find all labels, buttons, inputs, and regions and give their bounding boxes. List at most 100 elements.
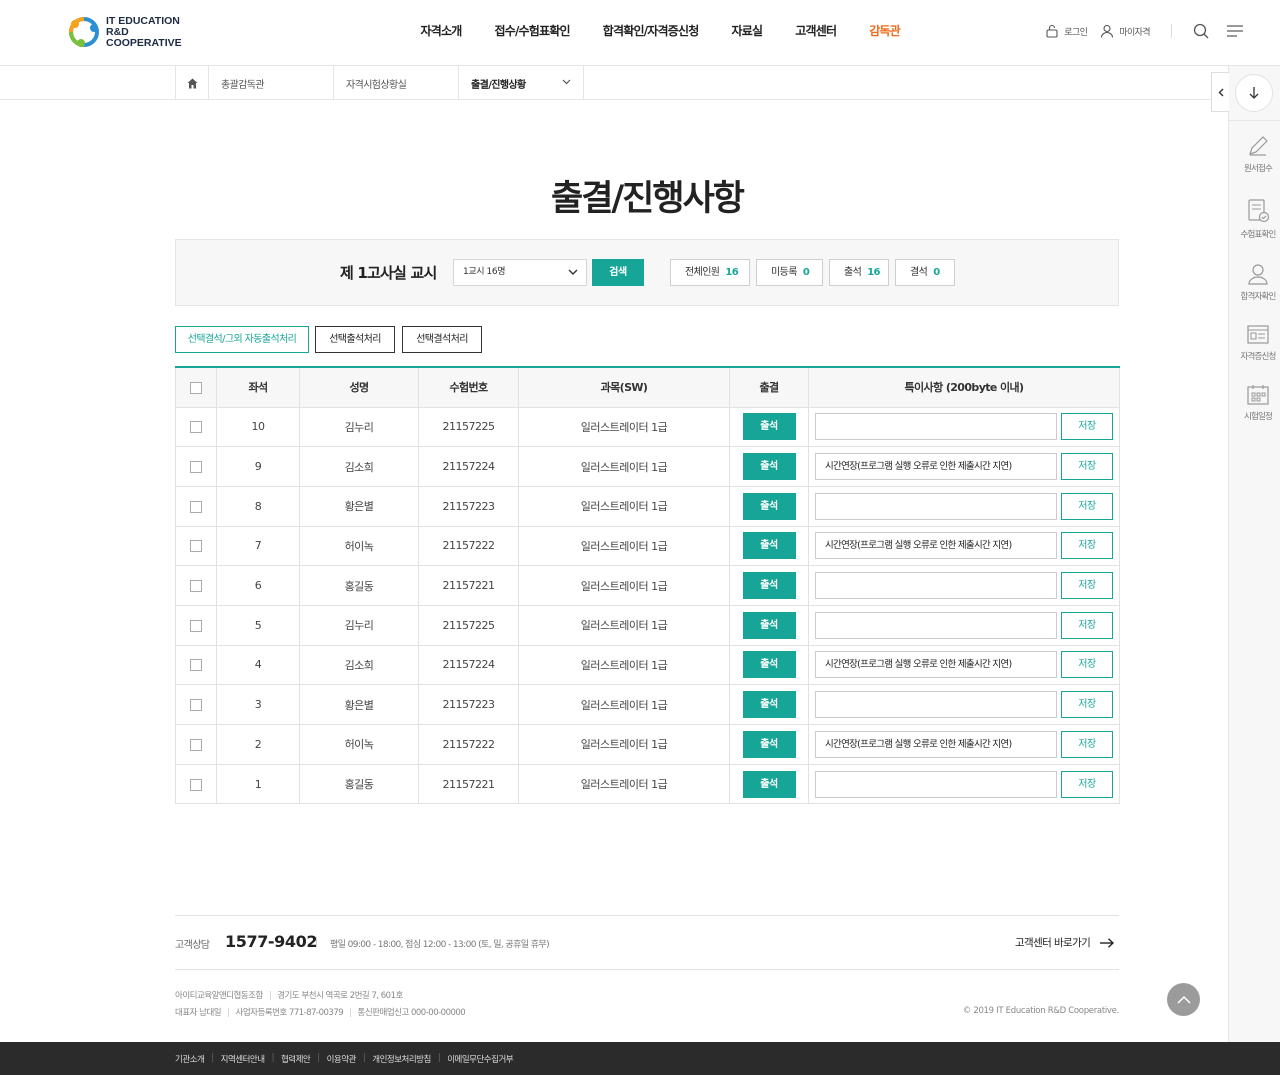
footer-links: 기관소개 | 지역센터안내 | 협력제안 | 이용약관 | 개인정보처리방침 | 이메일무단수집거부 xyxy=(175,1053,514,1065)
link-separator: | xyxy=(437,1053,441,1063)
support-center-link[interactable]: 고객센터 바로가기 xyxy=(1015,935,1115,950)
row-checkbox[interactable] xyxy=(190,619,202,632)
breadcrumb-item-current[interactable]: 출결/진행상황 xyxy=(459,66,584,100)
quick-item-label: 원서접수 xyxy=(1243,164,1273,174)
note-cell: 저장 xyxy=(808,684,1120,725)
row-checkbox[interactable] xyxy=(190,738,202,751)
breadcrumb-home[interactable] xyxy=(176,66,209,100)
attendance-button[interactable]: 출석 xyxy=(742,453,796,481)
save-button[interactable]: 저장 xyxy=(1061,651,1113,679)
stat-value: 16 xyxy=(725,267,739,278)
subject-cell: 일러스트레이터 1급 xyxy=(518,684,730,725)
arrow-down-icon xyxy=(1249,87,1259,99)
save-button[interactable]: 저장 xyxy=(1061,691,1113,719)
search-button[interactable]: 검색 xyxy=(592,259,644,286)
footer-link[interactable]: 기관소개 xyxy=(175,1053,205,1065)
auto-attendance-button[interactable]: 선택결석/그외 자동출석처리 xyxy=(175,326,309,353)
select-all-checkbox[interactable] xyxy=(190,381,202,394)
nav-item-support[interactable]: 고객센터 xyxy=(779,0,853,62)
support-link-label: 고객센터 바로가기 xyxy=(1015,937,1091,949)
nav-item-library[interactable]: 자료실 xyxy=(715,0,779,62)
mypage-link[interactable]: 마이자격 xyxy=(1100,24,1151,38)
row-checkbox[interactable] xyxy=(190,699,202,712)
mark-absent-button[interactable]: 선택결석처리 xyxy=(402,326,482,353)
save-button[interactable]: 저장 xyxy=(1061,611,1113,639)
breadcrumb: 총괄감독관 자격시험상황실 출결/진행상황 xyxy=(0,66,1228,100)
save-button[interactable]: 저장 xyxy=(1061,492,1113,520)
row-checkbox[interactable] xyxy=(190,659,202,672)
note-cell: 시간연장(프로그램 실행 오류로 인한 제출시간 지연) 저장 xyxy=(808,525,1120,567)
quick-item-certificate[interactable]: 자격증신청 xyxy=(1229,324,1280,362)
breadcrumb-item-2[interactable]: 자격시험상황실 xyxy=(334,66,459,100)
attendance-button[interactable]: 출석 xyxy=(742,492,796,520)
footer-link[interactable]: 이용약관 xyxy=(327,1053,357,1065)
link-separator: | xyxy=(211,1053,214,1063)
row-checkbox[interactable] xyxy=(190,461,202,474)
menu-button[interactable] xyxy=(1218,25,1252,37)
session-select[interactable]: 1교시 16명 xyxy=(453,259,587,286)
note-cell: 저장 xyxy=(808,604,1120,646)
quick-collapse-button[interactable] xyxy=(1211,72,1229,112)
attendance-cell: 출석 xyxy=(729,763,809,805)
quick-item-pass[interactable]: 합격자확인 xyxy=(1229,262,1280,302)
footer-mailorder: 통신판매업신고 000-00-00000 xyxy=(357,1008,466,1018)
row-checkbox[interactable] xyxy=(190,580,202,593)
attendance-cell: 출석 xyxy=(729,644,809,686)
row-checkbox[interactable] xyxy=(190,778,202,791)
note-cell: 저장 xyxy=(808,565,1120,606)
quick-item-ticket[interactable]: 수험표확인 xyxy=(1229,198,1280,240)
note-input[interactable] xyxy=(815,572,1057,600)
site-logo[interactable]: IT EDUCATION R&D COOPERATIVE xyxy=(67,15,207,49)
save-button[interactable]: 저장 xyxy=(1061,730,1113,758)
save-button[interactable]: 저장 xyxy=(1061,413,1113,441)
nav-item-result[interactable]: 합격확인/자격증신청 xyxy=(586,0,715,62)
scroll-down-button[interactable] xyxy=(1235,74,1273,112)
login-link[interactable]: 로그인 xyxy=(1045,24,1088,38)
attendance-button[interactable]: 출석 xyxy=(742,651,796,679)
mark-present-button[interactable]: 선택출석처리 xyxy=(315,326,395,353)
row-checkbox[interactable] xyxy=(190,421,202,434)
save-button[interactable]: 저장 xyxy=(1061,453,1113,481)
quick-item-schedule[interactable]: 시험일정 xyxy=(1229,384,1280,422)
note-input[interactable] xyxy=(815,691,1057,719)
save-button[interactable]: 저장 xyxy=(1061,532,1113,560)
note-input[interactable] xyxy=(815,770,1057,798)
nav-item-apply[interactable]: 접수/수험표확인 xyxy=(478,0,586,62)
attendance-button[interactable]: 출석 xyxy=(742,691,796,719)
note-input[interactable]: 시간연장(프로그램 실행 오류로 인한 제출시간 지연) xyxy=(815,453,1057,481)
footer-link[interactable]: 이메일무단수집거부 xyxy=(447,1053,513,1065)
attendance-button[interactable]: 출석 xyxy=(742,413,796,441)
search-button[interactable] xyxy=(1184,23,1218,39)
name-cell: 허이녹 xyxy=(299,724,419,765)
attendance-button[interactable]: 출석 xyxy=(742,532,796,560)
footer-link[interactable]: 개인정보처리방침 xyxy=(372,1053,431,1065)
breadcrumb-item-1[interactable]: 총괄감독관 xyxy=(209,66,334,100)
quick-item-apply[interactable]: 원서접수 xyxy=(1229,134,1280,174)
quick-item-label: 자격증신청 xyxy=(1240,352,1276,362)
note-input[interactable]: 시간연장(프로그램 실행 오류로 인한 제출시간 지연) xyxy=(815,730,1057,758)
attendance-button[interactable]: 출석 xyxy=(742,572,796,600)
save-button[interactable]: 저장 xyxy=(1061,770,1113,798)
row-select-cell xyxy=(175,446,217,487)
save-button[interactable]: 저장 xyxy=(1061,572,1113,600)
row-checkbox[interactable] xyxy=(190,540,202,553)
attendance-button[interactable]: 출석 xyxy=(742,730,796,758)
quick-divider xyxy=(1229,120,1280,121)
footer-link[interactable]: 지역센터안내 xyxy=(221,1053,265,1065)
scroll-top-button[interactable] xyxy=(1167,983,1200,1016)
nav-item-supervisor[interactable]: 감독관 xyxy=(853,0,917,62)
nav-item-qualification[interactable]: 자격소개 xyxy=(404,0,478,62)
note-input[interactable] xyxy=(815,611,1057,639)
note-input[interactable]: 시간연장(프로그램 실행 오류로 인한 제출시간 지연) xyxy=(815,651,1057,679)
note-input[interactable]: 시간연장(프로그램 실행 오류로 인한 제출시간 지연) xyxy=(815,532,1057,560)
subject-cell: 일러스트레이터 1급 xyxy=(518,406,730,448)
note-input[interactable] xyxy=(815,413,1057,441)
note-input[interactable] xyxy=(815,492,1057,520)
attendance-button[interactable]: 출석 xyxy=(742,770,796,798)
stat-value: 0 xyxy=(933,267,940,278)
note-cell: 시간연장(프로그램 실행 오류로 인한 제출시간 지연) 저장 xyxy=(808,644,1120,686)
row-checkbox[interactable] xyxy=(190,500,202,513)
footer-link[interactable]: 협력제안 xyxy=(281,1053,311,1065)
row-select-cell xyxy=(175,525,217,567)
attendance-button[interactable]: 출석 xyxy=(742,611,796,639)
